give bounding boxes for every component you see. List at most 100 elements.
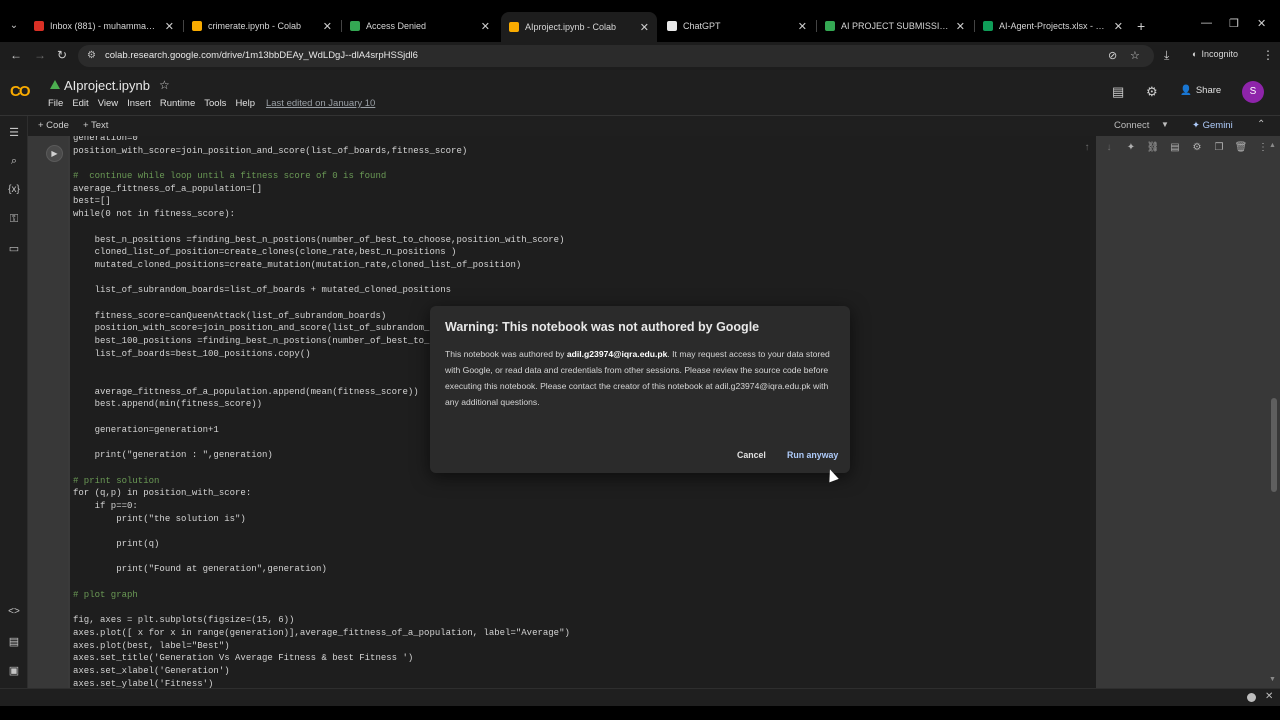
status-close-icon[interactable]: ✕: [1265, 691, 1273, 702]
terminal-icon[interactable]: ▣: [6, 664, 22, 677]
code-line[interactable]: best_n_positions =finding_best_n_postion…: [73, 234, 1093, 247]
settings-gear-icon[interactable]: ⚙: [1146, 84, 1158, 100]
browser-menu-icon[interactable]: ⋮: [1262, 48, 1274, 62]
cancel-button[interactable]: Cancel: [737, 450, 766, 460]
gemini-sparkle-icon[interactable]: ✦: [1124, 142, 1138, 153]
omnibox[interactable]: ⚙ colab.research.google.com/drive/1m13bb…: [78, 45, 1154, 67]
share-button[interactable]: 👤 Share: [1180, 85, 1221, 96]
tab-close-icon[interactable]: ✕: [798, 20, 807, 33]
code-snippets-icon[interactable]: <>: [6, 606, 22, 617]
menu-runtime[interactable]: Runtime: [160, 98, 195, 109]
connect-button[interactable]: Connect: [1114, 120, 1149, 131]
star-icon[interactable]: ☆: [159, 78, 170, 92]
command-palette-icon[interactable]: ▤: [6, 635, 22, 648]
secrets-key-icon[interactable]: ⚿: [6, 213, 22, 226]
code-line[interactable]: print("Found at generation",generation): [73, 563, 1093, 576]
move-up-icon[interactable]: ↑: [1080, 142, 1094, 153]
comment-icon[interactable]: ▤: [1168, 142, 1182, 153]
scroll-up-icon[interactable]: ▲: [1269, 142, 1276, 149]
search-icon[interactable]: ⌕: [6, 155, 22, 168]
variables-icon[interactable]: {x}: [6, 184, 22, 195]
code-line[interactable]: position_with_score=join_position_and_sc…: [73, 145, 1093, 158]
new-tab-icon[interactable]: +: [1137, 18, 1145, 34]
code-line[interactable]: print("the solution is"): [73, 513, 1093, 526]
link-icon[interactable]: ⛓: [1146, 142, 1160, 153]
code-line[interactable]: [73, 551, 1093, 564]
code-line[interactable]: axes.plot([ x for x in range(generation)…: [73, 627, 1093, 640]
window-close-icon[interactable]: ✕: [1257, 17, 1266, 30]
run-anyway-button[interactable]: Run anyway: [787, 450, 838, 460]
code-line[interactable]: # continue while loop until a fitness sc…: [73, 170, 1093, 183]
last-edited-link[interactable]: Last edited on January 10: [266, 98, 375, 109]
reload-icon[interactable]: ↻: [57, 48, 67, 62]
menu-tools[interactable]: Tools: [204, 98, 226, 109]
code-line[interactable]: [73, 221, 1093, 234]
code-line[interactable]: [73, 601, 1093, 614]
files-folder-icon[interactable]: ▭: [6, 242, 22, 255]
mirror-cell-icon[interactable]: ❐: [1212, 142, 1226, 153]
url-text[interactable]: colab.research.google.com/drive/1m13bbDE…: [105, 50, 418, 61]
bookmark-star-icon[interactable]: ☆: [1130, 49, 1140, 62]
cell-settings-icon[interactable]: ⚙: [1190, 142, 1204, 153]
site-info-icon[interactable]: ⚙: [87, 50, 96, 61]
browser-tab[interactable]: Access Denied ✕: [342, 14, 498, 38]
code-line[interactable]: if p==0:: [73, 500, 1093, 513]
gemini-button[interactable]: ✦ Gemini: [1192, 120, 1233, 131]
code-line[interactable]: axes.plot(best, label="Best"): [73, 640, 1093, 653]
colab-logo[interactable]: CO: [10, 83, 30, 100]
tab-close-icon[interactable]: ✕: [640, 21, 649, 34]
code-line[interactable]: # plot graph: [73, 589, 1093, 602]
scroll-down-icon[interactable]: ▼: [1269, 676, 1276, 683]
add-code-button[interactable]: + Code: [38, 120, 69, 131]
collapse-header-icon[interactable]: ⌃: [1257, 119, 1265, 130]
menu-file[interactable]: File: [48, 98, 63, 109]
tracking-off-icon[interactable]: ⊘: [1108, 49, 1117, 62]
run-cell-button[interactable]: ▶: [46, 145, 63, 162]
comments-icon[interactable]: ▤: [1112, 84, 1124, 100]
notebook-title[interactable]: AIproject.ipynb: [64, 78, 150, 93]
minimize-icon[interactable]: —: [1201, 17, 1212, 29]
cell-more-icon[interactable]: ⋮: [1256, 142, 1270, 153]
code-line[interactable]: axes.set_xlabel('Generation'): [73, 665, 1093, 678]
code-line[interactable]: list_of_subrandom_boards=list_of_boards …: [73, 284, 1093, 297]
tab-close-icon[interactable]: ✕: [1114, 20, 1123, 33]
code-line[interactable]: # print solution: [73, 475, 1093, 488]
menu-edit[interactable]: Edit: [72, 98, 88, 109]
tab-search-icon[interactable]: ⌄: [6, 18, 22, 34]
browser-tab[interactable]: AI-Agent-Projects.xlsx - Googl ✕: [975, 14, 1131, 38]
avatar[interactable]: S: [1242, 81, 1264, 103]
download-icon[interactable]: ⤓: [1164, 48, 1169, 63]
browser-tab[interactable]: AIproject.ipynb - Colab ✕: [501, 12, 657, 42]
move-down-icon[interactable]: ↓: [1102, 142, 1116, 153]
browser-tab[interactable]: crimerate.ipynb - Colab ✕: [184, 14, 340, 38]
code-line[interactable]: [73, 525, 1093, 538]
table-of-contents-icon[interactable]: ☰: [6, 126, 22, 139]
code-line[interactable]: axes.set_ylabel('Fitness'): [73, 678, 1093, 688]
scrollbar-thumb[interactable]: [1271, 398, 1277, 492]
menu-help[interactable]: Help: [235, 98, 255, 109]
add-text-button[interactable]: + Text: [83, 120, 108, 131]
code-line[interactable]: [73, 157, 1093, 170]
code-line[interactable]: mutated_cloned_positions=create_mutation…: [73, 259, 1093, 272]
code-line[interactable]: while(0 not in fitness_score):: [73, 208, 1093, 221]
restore-icon[interactable]: ❐: [1229, 17, 1239, 30]
browser-tab[interactable]: AI PROJECT SUBMISSION - Go ✕: [817, 14, 973, 38]
code-line[interactable]: for (q,p) in position_with_score:: [73, 487, 1093, 500]
code-line[interactable]: cloned_list_of_position=create_clones(cl…: [73, 246, 1093, 259]
browser-tab[interactable]: ChatGPT ✕: [659, 14, 815, 38]
forward-icon[interactable]: →: [34, 48, 46, 62]
browser-tab[interactable]: Inbox (881) - muhammad.g227 ✕: [26, 14, 182, 38]
tab-close-icon[interactable]: ✕: [165, 20, 174, 33]
code-line[interactable]: average_fittness_of_a_population=[]: [73, 183, 1093, 196]
incognito-badge[interactable]: ◐ Incognito: [1192, 49, 1238, 59]
tab-close-icon[interactable]: ✕: [956, 20, 965, 33]
code-line[interactable]: axes.set_title('Generation Vs Average Fi…: [73, 652, 1093, 665]
tab-close-icon[interactable]: ✕: [323, 20, 332, 33]
code-line[interactable]: [73, 576, 1093, 589]
tab-close-icon[interactable]: ✕: [481, 20, 490, 33]
menu-view[interactable]: View: [98, 98, 118, 109]
code-line[interactable]: best=[]: [73, 195, 1093, 208]
back-icon[interactable]: ←: [10, 48, 22, 62]
code-line[interactable]: fig, axes = plt.subplots(figsize=(15, 6)…: [73, 614, 1093, 627]
code-line[interactable]: print(q): [73, 538, 1093, 551]
